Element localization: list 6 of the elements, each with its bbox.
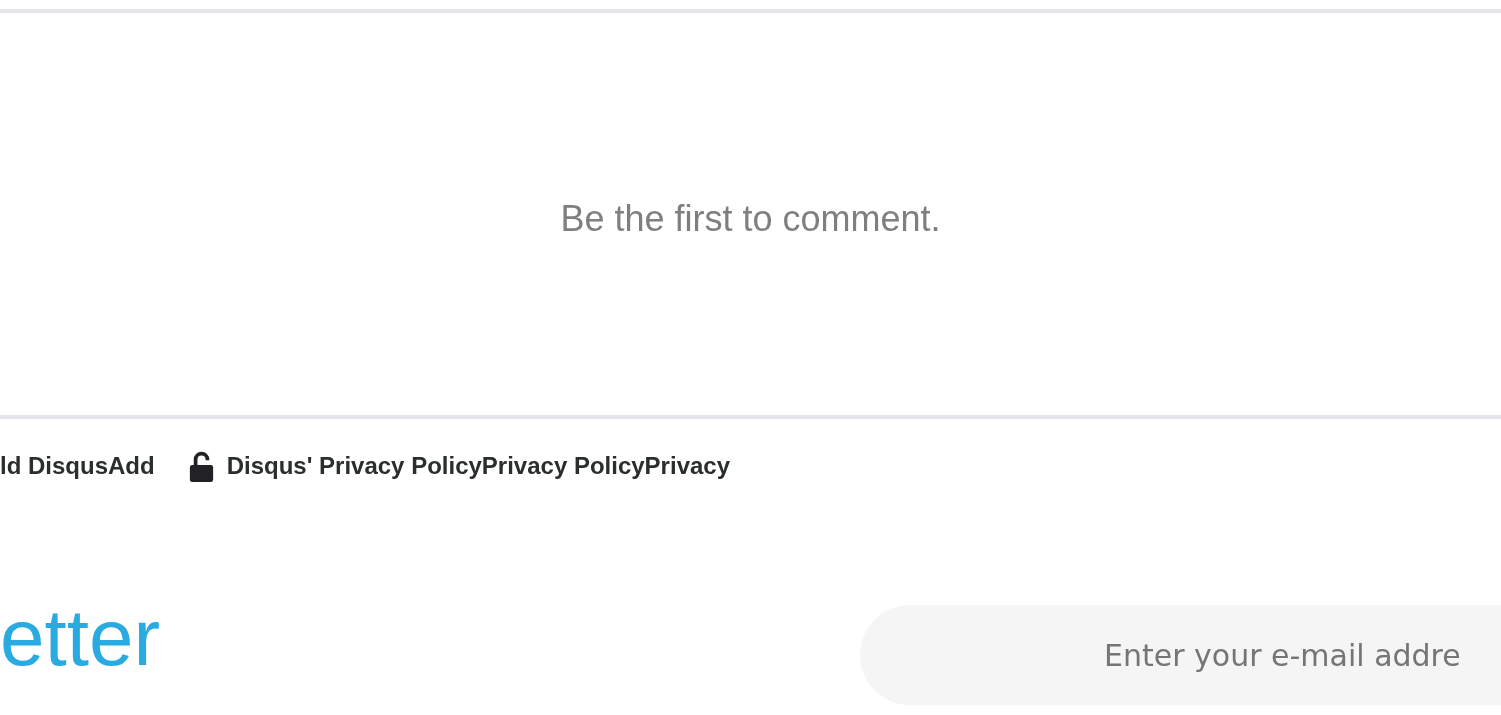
newsletter-title: etter (0, 593, 161, 683)
add-disqus-link[interactable]: ld DisqusAdd (0, 452, 155, 480)
lock-icon (188, 450, 214, 482)
privacy-policy-link[interactable]: Disqus' Privacy PolicyPrivacy PolicyPrivacy (226, 452, 730, 480)
empty-comments-message: Be the first to comment. (560, 198, 941, 240)
email-field[interactable]: Enter your e-mail addre (860, 605, 1501, 705)
